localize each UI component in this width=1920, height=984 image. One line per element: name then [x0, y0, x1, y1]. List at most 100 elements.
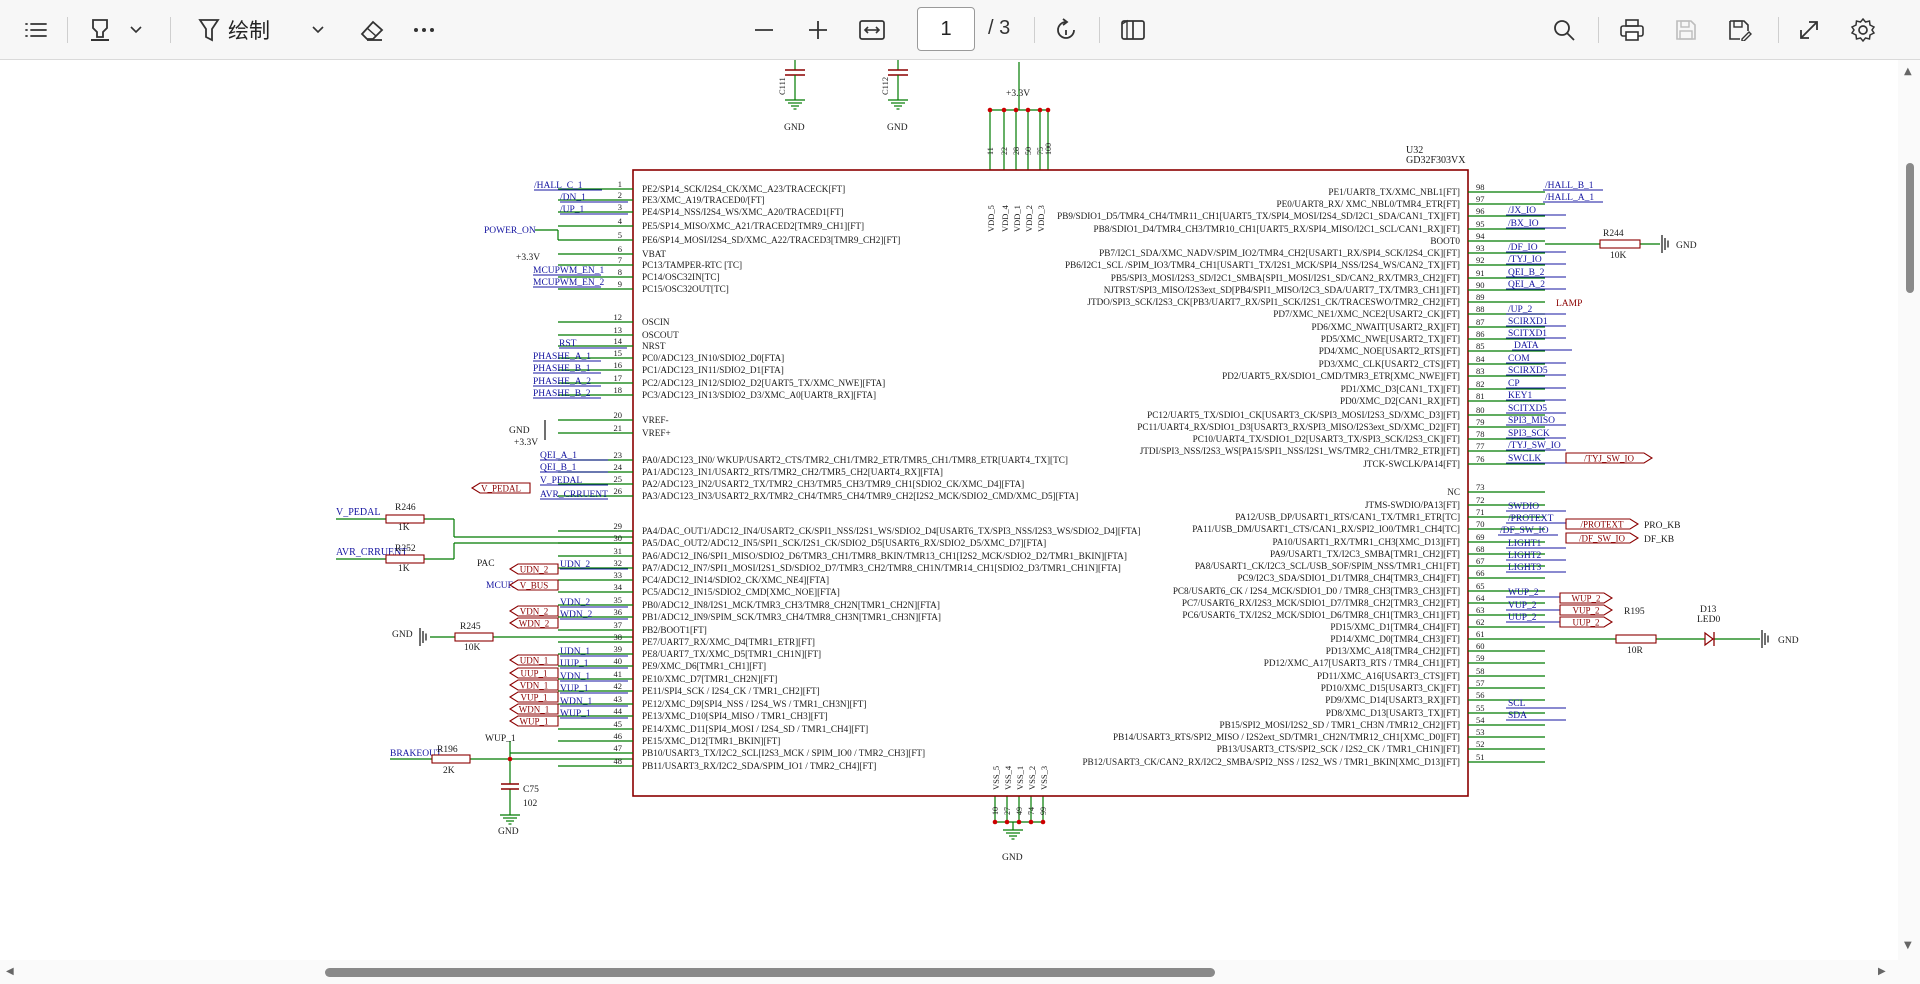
resistor-ref: R195 — [1624, 607, 1645, 617]
led-value: LED0 — [1697, 615, 1720, 625]
right-pin: 51 PB12/USART3_CK/CAN2_RX/I2C2_SMBA/SPI2_… — [1082, 752, 1545, 767]
pin-number: 32 — [614, 558, 623, 568]
pin-name: PD12/XMC_A17[USART3_RTS / TMR4_CH1][FT] — [1264, 658, 1460, 668]
rotate-icon[interactable] — [1046, 10, 1086, 50]
zoom-out-icon[interactable] — [744, 10, 784, 50]
page-number-input[interactable] — [917, 7, 975, 51]
pin-number: 78 — [1476, 429, 1485, 439]
junction-dot — [507, 756, 513, 762]
list-icon[interactable] — [18, 10, 54, 50]
supply-label: +3.3V — [514, 438, 538, 448]
pin-number: 47 — [614, 743, 623, 753]
pin-name: PE11/SPI4_SCK / I2S4_CK / TMR1_CH2][FT] — [642, 686, 820, 696]
pin-name: PB6/I2C1_SCL /SPIM_IO3/TMR4_CH1[USART1_T… — [1065, 260, 1460, 270]
junction-dot — [1025, 107, 1031, 113]
vertical-scrollbar[interactable]: ▲ ▼ — [1898, 60, 1920, 984]
pin-number: 11 — [986, 147, 995, 155]
net-label-pac: V_PEDAL — [336, 507, 380, 518]
page-view-icon[interactable] — [1113, 10, 1153, 50]
draw-button[interactable]: 绘制 — [196, 10, 292, 50]
horizontal-scroll-thumb[interactable] — [325, 968, 1215, 977]
pin-number: 96 — [1476, 206, 1485, 216]
left-pin: 1 PE2/SP14_SCK/I2S4_CK/XMC_A23/TRACECK[FT… — [558, 179, 845, 194]
led-d13 — [1704, 631, 1715, 647]
pin-name: PC11/UART4_RX/SDIO1_D3[USART3_RX/SPI3_MI… — [1137, 422, 1460, 432]
resistor-r246 — [385, 514, 425, 524]
pin-name: VDD_1 — [1012, 205, 1022, 232]
pin-number: 24 — [614, 462, 623, 472]
pin-name: PA8/USART1_CK/I2C3_SCL/USB_SOF/SPIM_NSS/… — [1195, 561, 1460, 571]
more-icon[interactable] — [404, 10, 444, 50]
pin-name: PD15/XMC_D1[TMR4_CH4][FT] — [1330, 622, 1460, 632]
pin-number: 21 — [614, 423, 623, 433]
ground-symbol-r245 — [419, 628, 427, 646]
print-icon[interactable] — [1612, 10, 1652, 50]
pin-name: PA5/DAC_OUT2/ADC12_IN5/SPI1_SCK/I2S1_CK/… — [642, 538, 1046, 548]
pin-number: 31 — [614, 546, 623, 556]
resistor-r244 — [1599, 239, 1641, 249]
pin-number: 56 — [1476, 690, 1485, 700]
pin-number: 38 — [614, 632, 623, 642]
port-vup-1: VUP_1 — [508, 691, 559, 703]
port-v-pedal: V_PEDAL — [470, 482, 531, 494]
capacitor-ref: C75 — [523, 785, 539, 795]
vertical-scroll-thumb[interactable] — [1906, 163, 1914, 293]
pin-number: 4 — [618, 216, 623, 226]
pin-number: 45 — [614, 719, 623, 729]
scroll-down-icon[interactable]: ▼ — [1904, 940, 1912, 951]
net-label-power-on: POWER_ON — [484, 226, 536, 236]
fullscreen-icon[interactable] — [1789, 10, 1829, 50]
pin-name: PC4/ADC12_IN14/SDIO2_CK/XMC_NE4][FTA] — [642, 575, 829, 585]
pin-name: JTCK-SWCLK/PA14[FT] — [1363, 459, 1460, 469]
pin-name: PE1/UART8_TX/XMC_NBL1[FT] — [1328, 187, 1460, 197]
left-pin: 41 PE10/XMC_D7[TMR1_CH2N][FT] — [558, 669, 777, 684]
ground-symbol-top-cap — [888, 99, 908, 110]
port-wup-2: WUP_2 — [1559, 592, 1614, 604]
pin-name: PB7/I2C1_SDA/XMC_NADV/SPIM_IO2/TMR4_CH2[… — [1099, 248, 1460, 258]
save-as-icon[interactable] — [1720, 10, 1760, 50]
scroll-right-icon[interactable]: ▶ — [1878, 966, 1886, 977]
capacitor-ref: C111 — [777, 77, 787, 95]
pin-number: 43 — [614, 694, 623, 704]
pin-name: PB11/USART3_RX/I2C2_SDA/SPIM_IO1 / TMR2_… — [642, 761, 876, 771]
pin-number: 53 — [1476, 727, 1485, 737]
eraser-icon[interactable] — [352, 10, 392, 50]
resistor-r245 — [454, 632, 494, 642]
pin-name: PA12/USB_DP/USART1_RTS/CAN1_TX/TMR1_ETR[… — [1235, 512, 1460, 522]
chevron-down-icon[interactable] — [124, 10, 148, 50]
pin-number: 95 — [1476, 219, 1485, 229]
search-icon[interactable] — [1544, 10, 1584, 50]
pin-name: PD11/XMC_A16[USART3_CTS][FT] — [1317, 671, 1460, 681]
highlight-icon[interactable] — [82, 10, 118, 50]
right-pin: 58 PD11/XMC_A16[USART3_CTS][FT] — [1317, 666, 1545, 681]
left-pin: 21 VREF+ — [558, 423, 671, 438]
pin-number: 66 — [1476, 568, 1485, 578]
scroll-up-icon[interactable]: ▲ — [1904, 66, 1912, 77]
pin-number: 87 — [1476, 317, 1485, 327]
pin-number: 70 — [1476, 519, 1485, 529]
pin-number: 12 — [614, 312, 623, 322]
settings-icon[interactable] — [1843, 10, 1883, 50]
pin-name: VDD_5 — [986, 205, 996, 232]
pin-name: PC3/ADC123_IN13/SDIO2_D3/XMC_A0[UART8_RX… — [642, 390, 876, 400]
led-ref: D13 — [1700, 605, 1717, 615]
scroll-left-icon[interactable]: ◀ — [6, 966, 14, 977]
horizontal-scrollbar[interactable]: ◀ ▶ — [0, 960, 1898, 984]
pin-number: 63 — [1476, 605, 1485, 615]
ground-symbol-top-cap — [785, 99, 805, 110]
resistor-value: 10R — [1627, 646, 1644, 656]
pin-number: 84 — [1476, 354, 1485, 364]
left-pin: 23 PA0/ADC123_IN0/ WKUP/USART2_CTS/TMR2_C… — [558, 450, 1068, 465]
chevron-down-icon[interactable] — [306, 10, 330, 50]
pin-number: 40 — [614, 656, 623, 666]
fit-width-icon[interactable] — [852, 10, 892, 50]
pdf-page-viewport[interactable]: 1 PE2/SP14_SCK/I2S4_CK/XMC_A23/TRACECK[FT… — [0, 60, 1920, 984]
net-port-label: WUP_1 — [520, 717, 549, 727]
zoom-in-icon[interactable] — [798, 10, 838, 50]
pin-number: 80 — [1476, 405, 1485, 415]
pin-name: PD2/UART5_RX/SDIO1_CMD/TMR3_ETR[XMC_NWE]… — [1222, 371, 1460, 381]
net-port-label: /PROTEXT — [1580, 520, 1624, 530]
left-pin: 6 VBAT — [558, 244, 666, 259]
pin-number: 85 — [1476, 341, 1485, 351]
pin-name: VSS_5 — [991, 766, 1001, 790]
